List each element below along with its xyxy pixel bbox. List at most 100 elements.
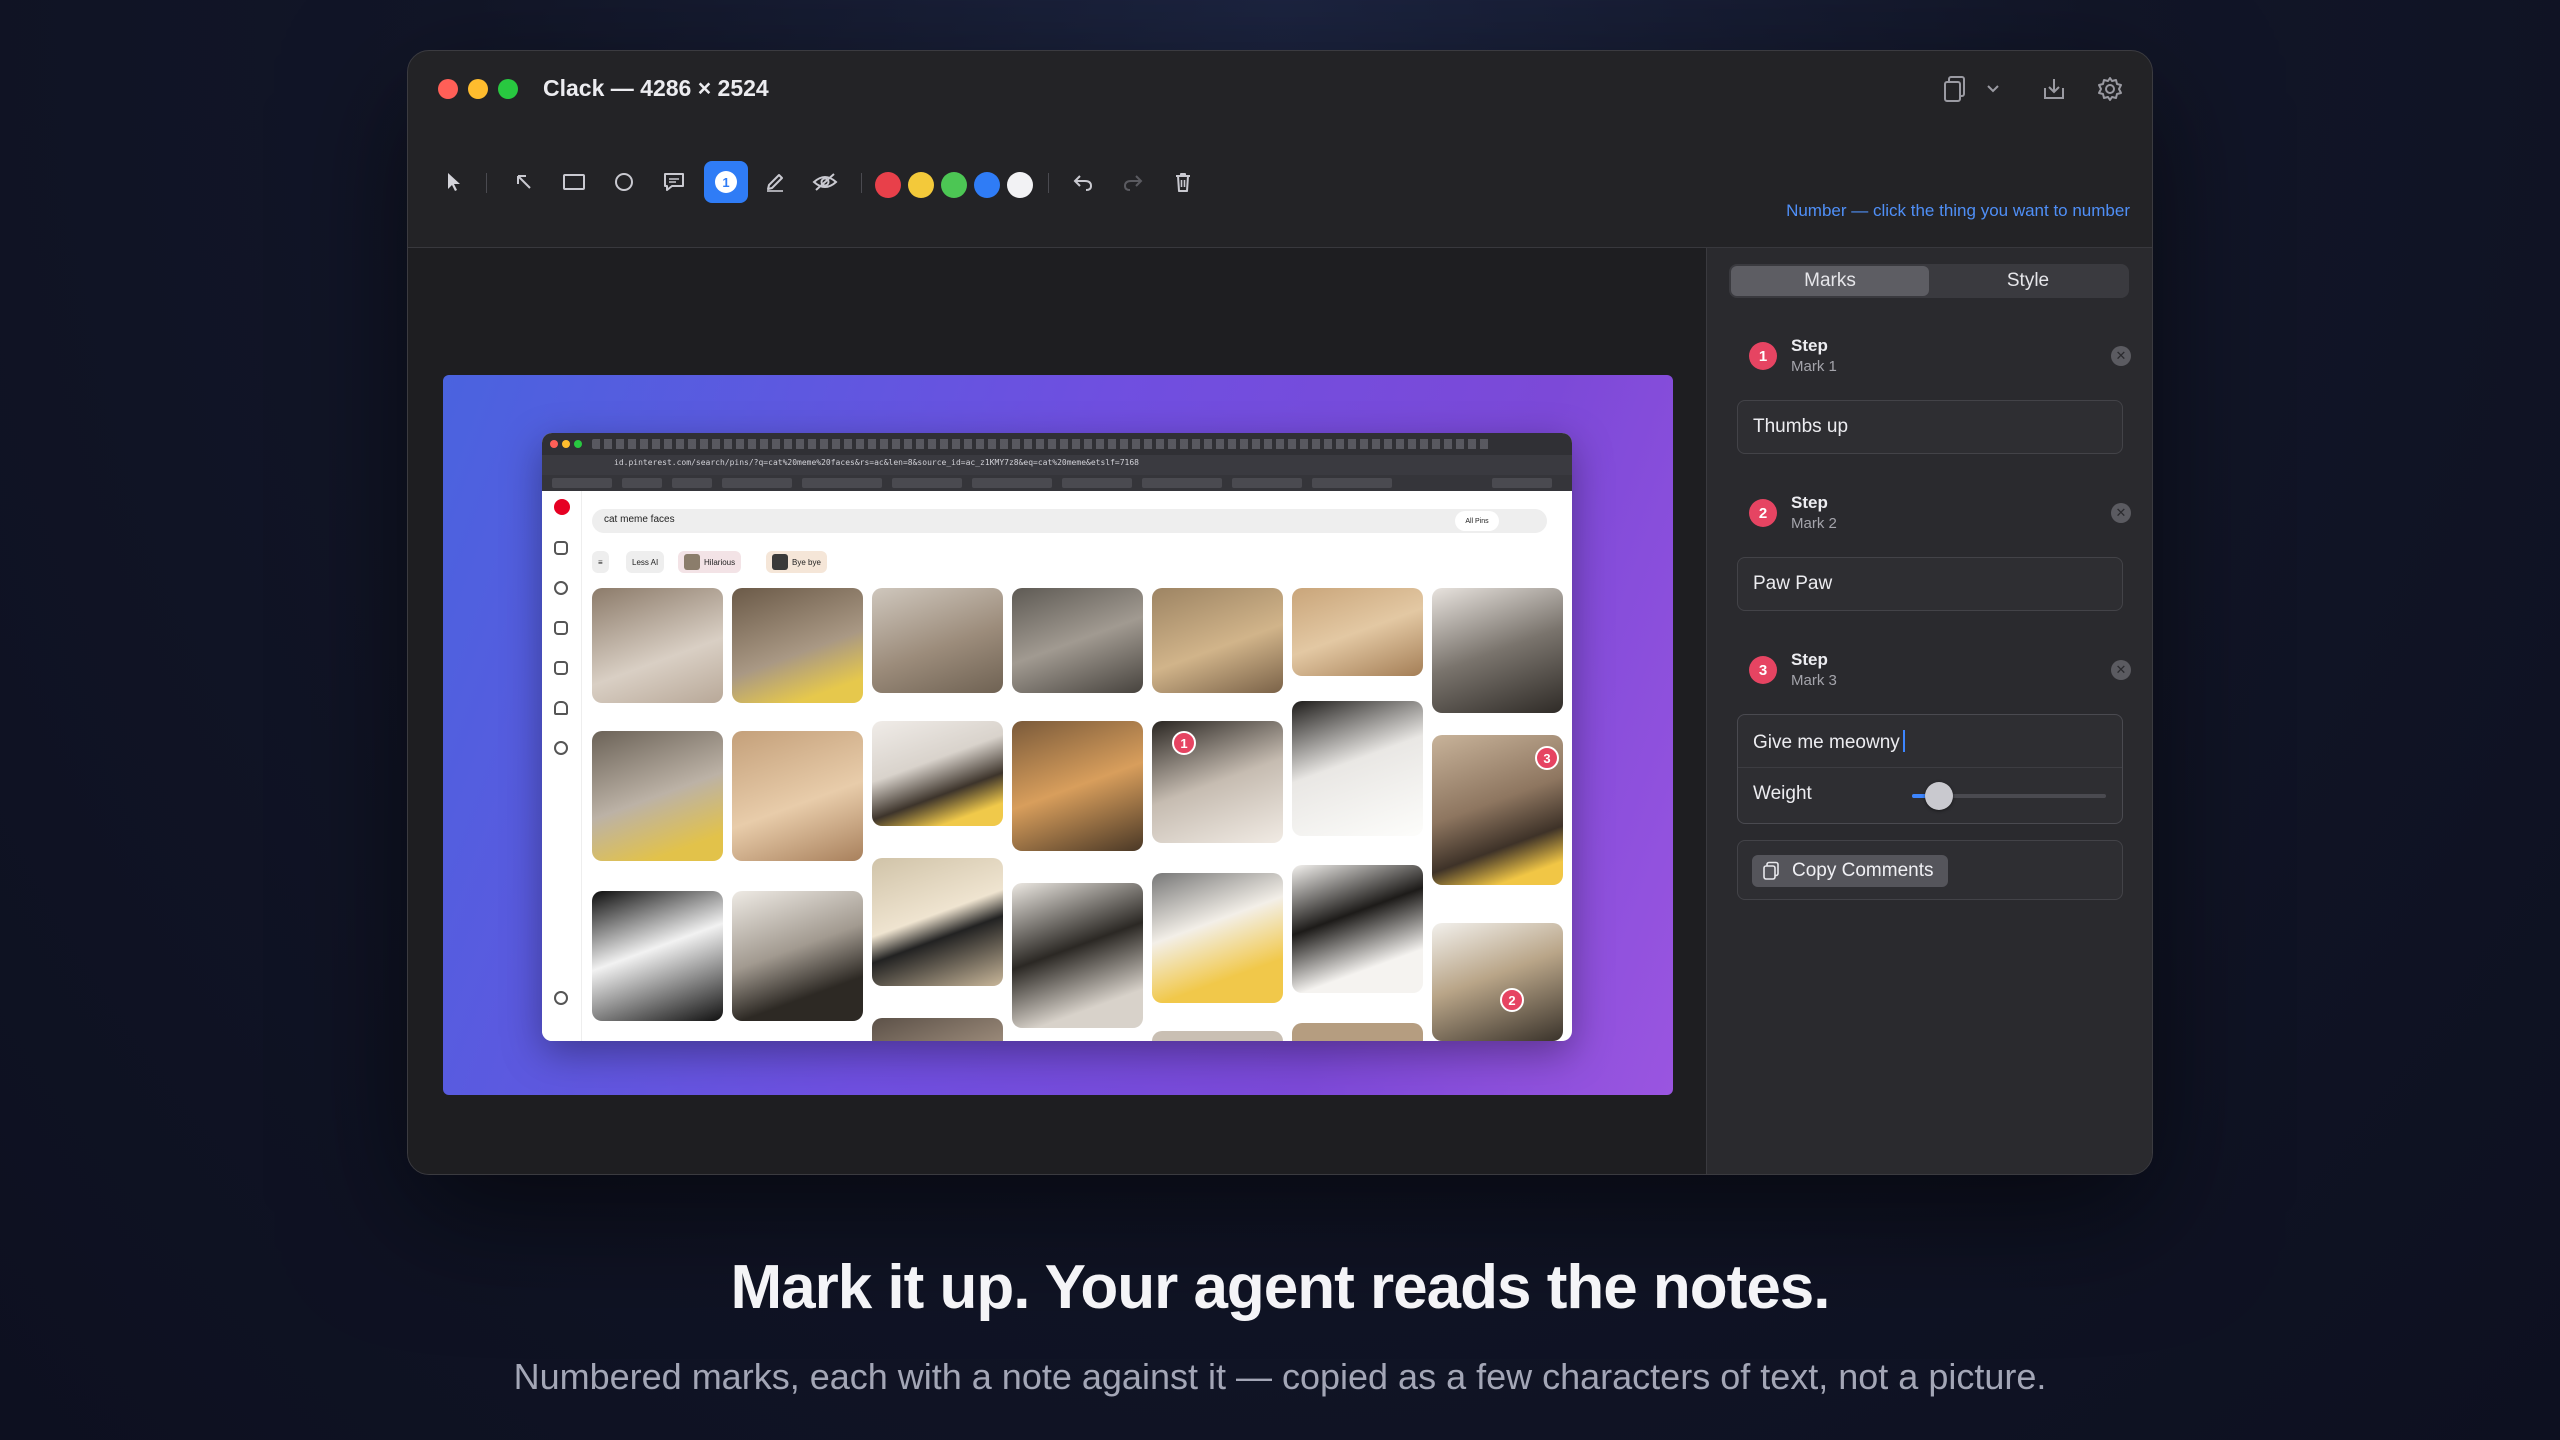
mark-3-subtitle: Mark 3 (1791, 672, 1837, 689)
pin-image (1292, 865, 1423, 993)
text-caret (1902, 730, 1905, 752)
mark-2-badge: 2 (1749, 499, 1777, 527)
select-icon[interactable] (435, 163, 473, 201)
copy-image-icon[interactable] (1939, 73, 1971, 105)
chip-filter-icon: ≡ (592, 551, 609, 573)
pin-image (1152, 1031, 1283, 1041)
number-tool-glyph: 1 (715, 171, 737, 193)
mark-2-subtitle: Mark 2 (1791, 515, 1837, 532)
chip-hilarious: Hilarious (678, 551, 742, 573)
canvas[interactable]: id.pinterest.com/search/pins/?q=cat%20me… (408, 248, 1706, 1174)
mark-3-remove-icon[interactable]: ✕ (2111, 660, 2131, 680)
mark-1-subtitle: Mark 1 (1791, 358, 1837, 375)
copy-comments-button[interactable]: Copy Comments (1752, 855, 1948, 887)
marks-panel: Marks Style 1 Step Mark 1 ✕ Thumbs up 2 … (1706, 248, 2152, 1174)
pin-image (872, 721, 1003, 826)
mark-3-note-field[interactable]: Give me meowny (1753, 730, 1905, 754)
export-icon[interactable] (2038, 73, 2070, 105)
weight-slider-thumb[interactable] (1925, 782, 1954, 810)
tool-separator (1048, 173, 1049, 193)
chip-bye-bye: Bye bye (766, 551, 827, 573)
title-bar: Clack — 4286 × 2524 (408, 51, 2152, 131)
pinterest-search-text: cat meme faces (604, 514, 675, 525)
pin-image (592, 891, 723, 1021)
pin-image (1292, 1023, 1423, 1041)
marketing-subline: Numbered marks, each with a note against… (513, 1356, 2047, 1397)
mark-2-note-text: Paw Paw (1753, 573, 1833, 594)
pin-image (1152, 588, 1283, 693)
mark-2-note-field[interactable]: Paw Paw (1737, 557, 2123, 611)
image-mark-2[interactable]: 2 (1500, 988, 1524, 1012)
pin-image (1012, 883, 1143, 1028)
pin-image (872, 858, 1003, 986)
mark-1-note-field[interactable]: Thumbs up (1737, 400, 2123, 454)
image-mark-1[interactable]: 1 (1172, 731, 1196, 755)
pin-image (592, 588, 723, 703)
image-mark-3[interactable]: 3 (1535, 746, 1559, 770)
pin-image (732, 588, 863, 703)
tab-marks[interactable]: Marks (1731, 266, 1929, 296)
zoom-window-button[interactable] (498, 79, 518, 99)
browser-url: id.pinterest.com/search/pins/?q=cat%20me… (614, 458, 1139, 467)
pin-image (1012, 721, 1143, 851)
weight-slider[interactable] (1912, 782, 2106, 810)
pin-image (732, 731, 863, 861)
screenshot-browser-window: id.pinterest.com/search/pins/?q=cat%20me… (542, 433, 1572, 1041)
trash-icon[interactable] (1164, 163, 1202, 201)
mark-2-title: Step (1791, 493, 1828, 512)
number-icon[interactable]: 1 (704, 161, 748, 203)
color-swatch-white[interactable] (1007, 172, 1033, 198)
annotated-image[interactable]: id.pinterest.com/search/pins/?q=cat%20me… (443, 375, 1673, 1095)
panel-tabs: Marks Style (1729, 264, 2129, 298)
mark-3-title: Step (1791, 650, 1828, 669)
gear-icon[interactable] (2094, 73, 2126, 105)
pin-image (732, 891, 863, 1021)
mark-3-editor: Give me meowny Weight (1737, 714, 2123, 824)
color-swatch-red[interactable] (875, 172, 901, 198)
pin-image (1292, 588, 1423, 676)
browser-tab-strip (542, 433, 1572, 455)
chip-less-ai: Less AI (626, 551, 665, 573)
pin-image (1012, 588, 1143, 693)
color-swatch-green[interactable] (941, 172, 967, 198)
marketing-headline: Mark it up. Your agent reads the notes. (730, 1253, 1830, 1322)
tool-separator (486, 173, 487, 193)
copy-section: Copy Comments (1737, 840, 2123, 900)
weight-label: Weight (1753, 783, 1812, 804)
close-window-button[interactable] (438, 79, 458, 99)
mark-1-header: 1 Step Mark 1 ✕ (1749, 332, 2131, 382)
callout-icon[interactable] (655, 163, 693, 201)
mark-1-title: Step (1791, 336, 1828, 355)
mark-1-remove-icon[interactable]: ✕ (2111, 346, 2131, 366)
tab-style[interactable]: Style (1929, 266, 2127, 296)
pin-image (592, 731, 723, 861)
pin-image (872, 1018, 1003, 1041)
pin-image (1292, 701, 1423, 836)
color-swatch-blue[interactable] (974, 172, 1000, 198)
pin-image (1152, 873, 1283, 1003)
browser-url-bar: id.pinterest.com/search/pins/?q=cat%20me… (542, 455, 1572, 475)
pin-image (1432, 588, 1563, 713)
window-title: Clack — 4286 × 2524 (543, 75, 769, 101)
pin-image (872, 588, 1003, 693)
color-swatch-yellow[interactable] (908, 172, 934, 198)
tool-separator (861, 173, 862, 193)
copy-comments-label: Copy Comments (1792, 860, 1934, 881)
redo-icon[interactable] (1114, 163, 1152, 201)
editor-divider (1738, 767, 2122, 768)
mark-3-note-text: Give me meowny (1753, 732, 1900, 753)
ellipse-icon[interactable] (605, 163, 643, 201)
tool-hint: Number — click the thing you want to num… (1786, 201, 2130, 220)
blur-icon[interactable] (806, 163, 844, 201)
browser-bookmarks-bar (542, 475, 1572, 491)
mark-2-header: 2 Step Mark 2 ✕ (1749, 489, 2131, 539)
arrow-icon[interactable] (505, 163, 543, 201)
pin-image (1432, 923, 1563, 1041)
undo-icon[interactable] (1064, 163, 1102, 201)
chevron-down-icon[interactable] (1981, 73, 2005, 105)
rectangle-icon[interactable] (555, 163, 593, 201)
minimize-window-button[interactable] (468, 79, 488, 99)
app-window: Clack — 4286 × 2524 1 Number — click the… (407, 50, 2153, 1175)
mark-2-remove-icon[interactable]: ✕ (2111, 503, 2131, 523)
pen-icon[interactable] (756, 163, 794, 201)
